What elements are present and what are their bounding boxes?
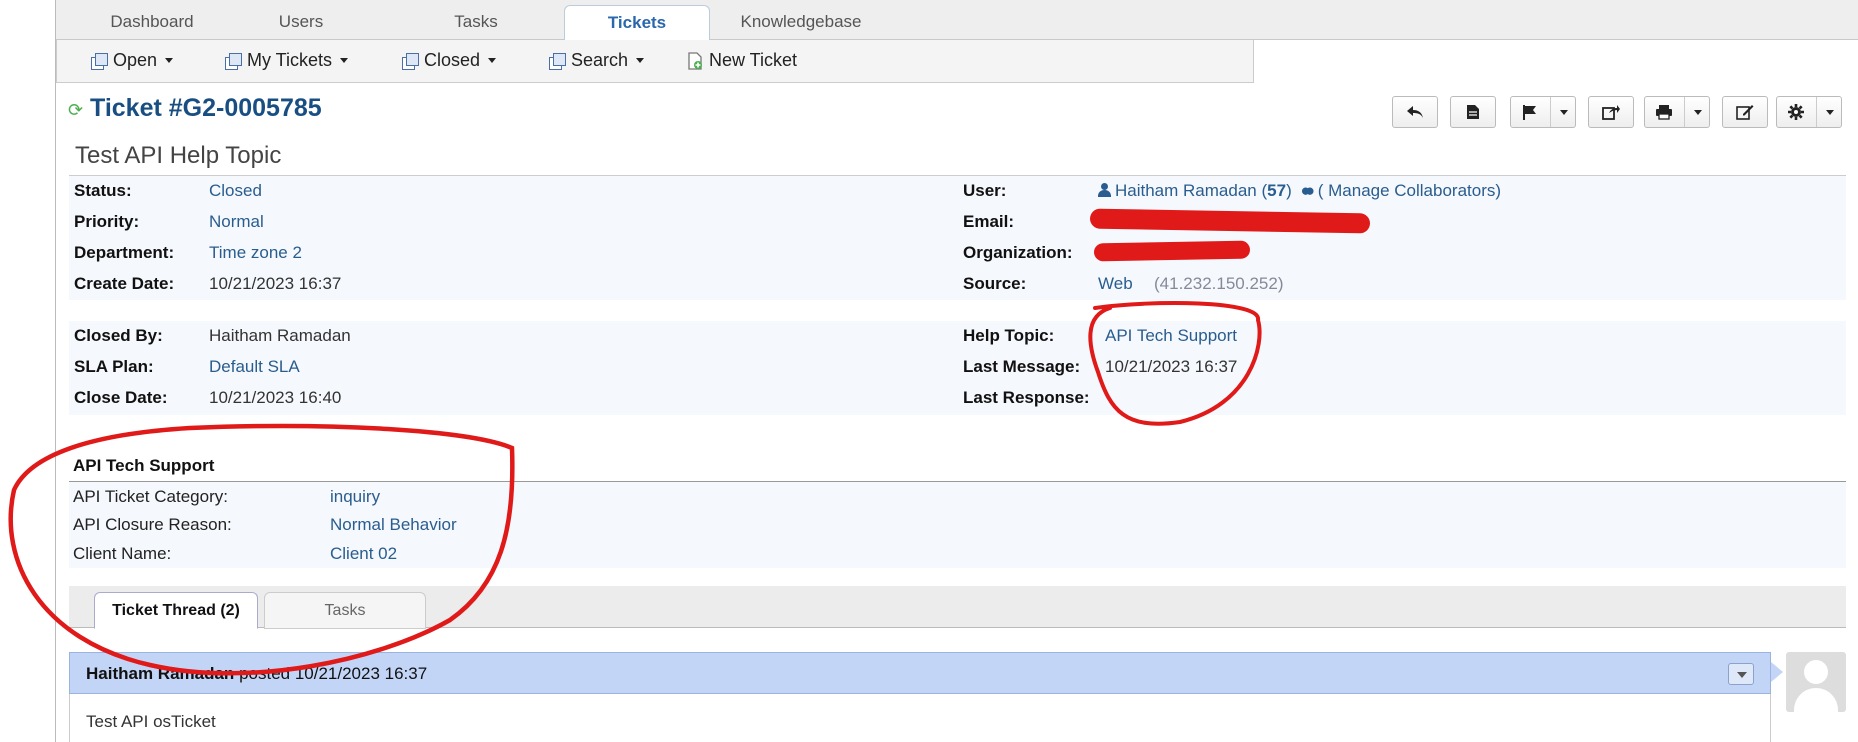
status-label: Status: — [74, 181, 132, 200]
closed-by-value: Haitham Ramadan — [209, 326, 351, 345]
last-message-label: Last Message: — [963, 357, 1081, 376]
tab-tasks[interactable]: Tasks — [426, 8, 526, 40]
thread-entry-author: Haitham Ramadan — [86, 664, 235, 683]
api-closure-reason-value: Normal Behavior — [330, 515, 457, 534]
help-topic-label: Help Topic: — [963, 326, 1055, 345]
closed-by-label: Closed By: — [74, 326, 163, 345]
thread-entry-menu-button[interactable] — [1728, 663, 1754, 685]
department-label: Department: — [74, 243, 175, 262]
pdf-button[interactable] — [1450, 96, 1496, 128]
user-ticket-count: 57 — [1267, 181, 1287, 200]
caret-down-icon — [488, 58, 497, 63]
avatar — [1786, 652, 1846, 712]
thread-entry-body: Test API osTicket — [69, 694, 1771, 742]
close-date-label: Close Date: — [74, 388, 168, 407]
tab-tickets[interactable]: Tickets — [564, 5, 710, 41]
thread-entry-text: Test API osTicket — [86, 712, 216, 731]
print-button[interactable] — [1644, 96, 1710, 128]
close-date-value: 10/21/2023 16:40 — [209, 388, 342, 407]
caret-down-icon — [340, 58, 349, 63]
page-left-border — [55, 0, 56, 742]
document-icon — [1467, 105, 1479, 119]
subnav-open[interactable]: Open — [91, 50, 174, 71]
edit-button[interactable] — [1722, 96, 1768, 128]
caret-down-icon — [1559, 109, 1568, 115]
thread-entry-posted: posted 10/21/2023 16:37 — [239, 664, 428, 683]
department-value[interactable]: Time zone 2 — [209, 243, 302, 263]
subnav-closed-label: Closed — [424, 50, 481, 70]
sub-nav: Open My Tickets Closed Search New Ticket — [56, 40, 1254, 83]
top-nav: Dashboard Users Tasks Tickets Knowledgeb… — [56, 0, 1858, 41]
thread-entry-meta: Haitham Ramadan posted 10/21/2023 16:37 — [86, 664, 427, 684]
print-icon — [1656, 105, 1673, 120]
help-topic-value[interactable]: API Tech Support — [1105, 326, 1237, 346]
source-label: Source: — [963, 274, 1027, 293]
source-ip: (41.232.150.252) — [1154, 274, 1284, 293]
priority-label: Priority: — [74, 212, 140, 231]
caret-down-icon — [1693, 109, 1702, 115]
reply-button[interactable] — [1392, 96, 1438, 128]
edit-icon — [1736, 105, 1754, 120]
api-ticket-category-value: inquiry — [330, 487, 381, 506]
reply-icon — [1407, 106, 1423, 118]
thread-entry-header: Haitham Ramadan posted 10/21/2023 16:37 — [69, 652, 1771, 694]
last-message-value: 10/21/2023 16:37 — [1105, 357, 1238, 376]
api-ticket-category-label: API Ticket Category: — [73, 487, 228, 506]
caret-down-icon — [636, 58, 645, 63]
email-label: Email: — [963, 212, 1015, 231]
sla-plan-value[interactable]: Default SLA — [209, 357, 300, 377]
refresh-icon[interactable]: ⟳ — [68, 100, 83, 121]
subnav-my-tickets-label: My Tickets — [247, 50, 333, 70]
new-ticket-icon — [688, 51, 702, 70]
caret-down-icon — [1825, 109, 1834, 115]
status-value[interactable]: Closed — [209, 181, 262, 201]
user-label: User: — [963, 181, 1007, 200]
share-icon — [1602, 105, 1620, 120]
sla-plan-label: SLA Plan: — [74, 357, 154, 376]
collaborators-icon: ●● — [1300, 181, 1314, 200]
redaction-mark — [1093, 240, 1251, 262]
tab-dashboard[interactable]: Dashboard — [92, 8, 212, 40]
flag-icon — [1523, 105, 1537, 120]
subnav-new-ticket-label: New Ticket — [709, 50, 798, 70]
user-icon — [1098, 183, 1111, 197]
last-response-label: Last Response: — [963, 388, 1090, 407]
create-date-label: Create Date: — [74, 274, 175, 293]
tab-knowledgebase[interactable]: Knowledgebase — [726, 8, 876, 40]
tab-users[interactable]: Users — [246, 8, 356, 40]
user-name[interactable]: Haitham Ramadan — [1115, 181, 1257, 200]
subnav-search-label: Search — [571, 50, 629, 70]
priority-value[interactable]: Normal — [209, 212, 264, 232]
settings-button[interactable] — [1776, 96, 1842, 128]
source-value: Web — [1098, 274, 1133, 293]
ticket-number[interactable]: Ticket #G2-0005785 — [90, 94, 322, 123]
share-button[interactable] — [1588, 96, 1634, 128]
create-date-value: 10/21/2023 16:37 — [209, 274, 342, 293]
subnav-search[interactable]: Search — [549, 50, 645, 71]
subnav-new-ticket[interactable]: New Ticket — [687, 50, 797, 71]
subnav-closed[interactable]: Closed — [402, 50, 497, 71]
caret-down-icon — [165, 58, 174, 63]
thread-entry-pointer — [1771, 662, 1783, 682]
gear-icon — [1788, 104, 1805, 120]
client-name-value: Client 02 — [330, 544, 398, 563]
tab-ticket-thread[interactable]: Ticket Thread (2) — [94, 592, 258, 629]
subnav-my-tickets[interactable]: My Tickets — [225, 50, 349, 71]
tab-thread-tasks[interactable]: Tasks — [264, 592, 426, 629]
api-closure-reason-label: API Closure Reason: — [73, 515, 232, 534]
tickets-stack-icon — [91, 52, 108, 70]
ticket-subject: Test API Help Topic — [75, 142, 282, 169]
tickets-stack-icon — [549, 52, 566, 70]
organization-label: Organization: — [963, 243, 1073, 262]
user-value[interactable]: Haitham Ramadan (57) ●● ( Manage Collabo… — [1098, 181, 1501, 201]
form-section-title: API Tech Support — [73, 456, 215, 475]
tickets-stack-icon — [225, 52, 242, 70]
manage-collaborators-link[interactable]: ( Manage Collaborators) — [1318, 181, 1501, 200]
client-name-label: Client Name: — [73, 544, 172, 563]
tickets-stack-icon — [402, 52, 419, 70]
subnav-open-label: Open — [113, 50, 158, 70]
flag-button[interactable] — [1510, 96, 1576, 128]
